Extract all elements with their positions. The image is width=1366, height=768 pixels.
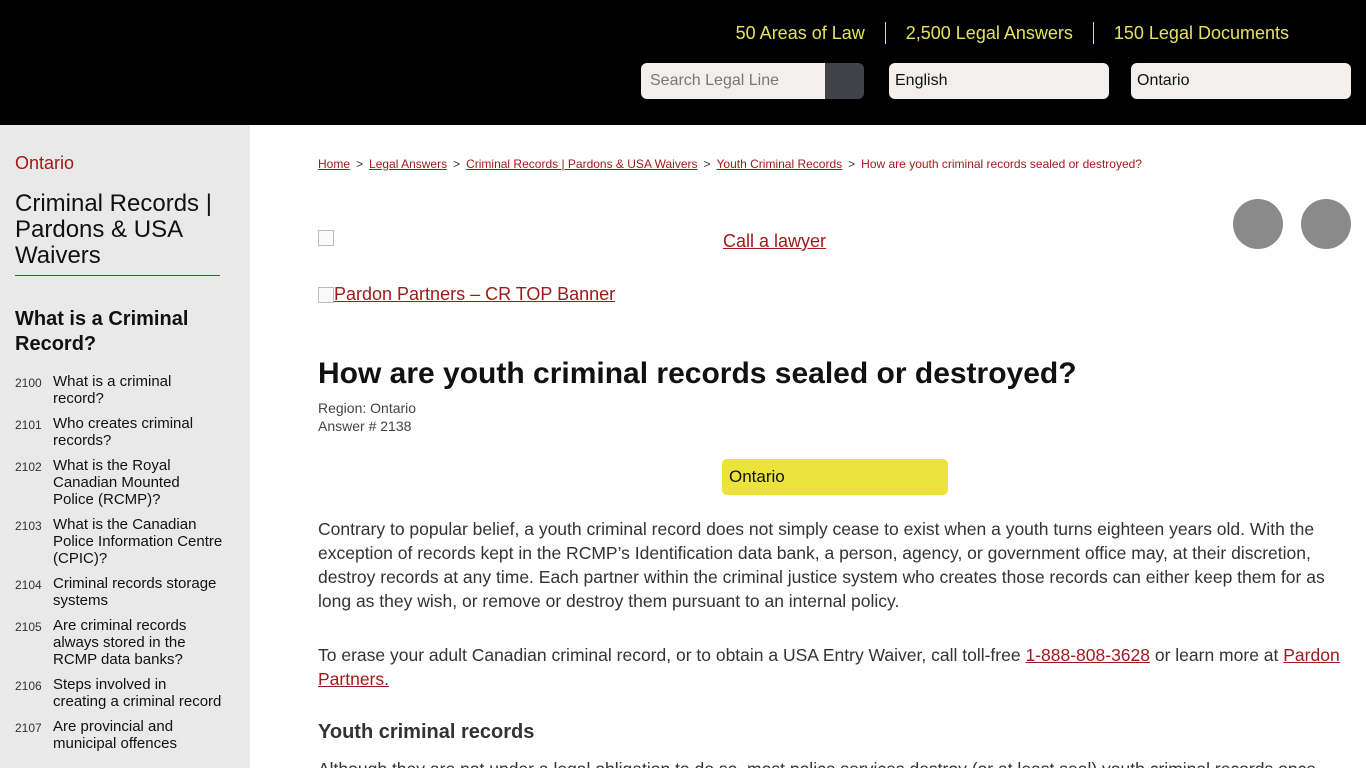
sidebar-item-label[interactable]: Are criminal records always stored in th… [53, 617, 223, 668]
broken-image-icon[interactable] [318, 230, 334, 246]
sidebar-question-list: 2100 What is a criminal record? 2101 Who… [15, 373, 235, 760]
sidebar-item[interactable]: 2105 Are criminal records always stored … [15, 617, 235, 668]
search-bar [641, 63, 864, 99]
site-header: 50 Areas of Law 2,500 Legal Answers 150 … [0, 0, 1366, 125]
sidebar-item-number: 2105 [15, 620, 42, 634]
sidebar: Ontario Criminal Records | Pardons & USA… [0, 125, 250, 768]
sidebar-item-number: 2106 [15, 679, 42, 693]
breadcrumb-legal-answers[interactable]: Legal Answers [369, 157, 447, 171]
breadcrumb-current: How are youth criminal records sealed or… [861, 157, 1142, 171]
sidebar-item[interactable]: 2102 What is the Royal Canadian Mounted … [15, 457, 235, 508]
search-button[interactable] [825, 63, 864, 99]
sidebar-item-number: 2107 [15, 721, 42, 735]
sidebar-item[interactable]: 2107 Are provincial and municipal offenc… [15, 718, 235, 752]
call-lawyer-link[interactable]: Call a lawyer [723, 231, 826, 252]
breadcrumb: Home > Legal Answers > Criminal Records | Pa… [318, 157, 1142, 171]
sidebar-item-number: 2103 [15, 519, 42, 533]
breadcrumb-category[interactable]: Criminal Records | Pardons & USA Waivers [466, 157, 697, 171]
sidebar-section-title: What is a Criminal Record? [15, 308, 189, 355]
site-stats: 50 Areas of Law 2,500 Legal Answers 150 … [716, 22, 1289, 44]
sidebar-item-label[interactable]: What is the Royal Canadian Mounted Polic… [53, 457, 223, 508]
answer-number: Answer # 2138 [318, 418, 412, 434]
sidebar-item-number: 2101 [15, 418, 42, 432]
promo-text: or learn more at [1150, 645, 1284, 665]
region-label: Region: Ontario [318, 400, 417, 416]
sidebar-item[interactable]: 2106 Steps involved in creating a crimin… [15, 676, 235, 710]
promo-text: To erase your adult Canadian criminal re… [318, 645, 1026, 665]
sidebar-region[interactable]: Ontario [15, 153, 74, 174]
sidebar-item[interactable]: 2100 What is a criminal record? [15, 373, 235, 407]
page-title: How are youth criminal records sealed or… [318, 357, 1077, 390]
breadcrumb-home[interactable]: Home [318, 157, 350, 171]
language-select[interactable]: English [889, 63, 1109, 99]
main-content: Home > Legal Answers > Criminal Records | Pa… [318, 125, 1351, 768]
banner-alt-text: Pardon Partners – CR TOP Banner [334, 284, 616, 304]
sidebar-item-number: 2104 [15, 578, 42, 592]
breadcrumb-separator: > [703, 157, 711, 171]
stat-legal-documents[interactable]: 150 Legal Documents [1092, 22, 1289, 44]
sidebar-item-label[interactable]: What is a criminal record? [53, 373, 223, 407]
stat-legal-answers[interactable]: 2,500 Legal Answers [884, 22, 1093, 44]
broken-image-icon [318, 286, 334, 303]
stat-areas-of-law[interactable]: 50 Areas of Law [716, 22, 885, 44]
sidebar-item-label[interactable]: Steps involved in creating a criminal re… [53, 676, 223, 710]
pardon-partners-banner-link[interactable]: Pardon Partners – CR TOP Banner [318, 284, 615, 305]
breadcrumb-separator: > [356, 157, 364, 171]
sidebar-item-number: 2102 [15, 460, 42, 474]
breadcrumb-separator: > [453, 157, 461, 171]
answer-paragraph: Although they are not under a legal obli… [318, 757, 1348, 768]
sidebar-item[interactable]: 2104 Criminal records storage systems [15, 575, 235, 609]
sidebar-item-label[interactable]: Criminal records storage systems [53, 575, 223, 609]
section-heading: Youth criminal records [318, 721, 535, 743]
sidebar-category-title[interactable]: Criminal Records | Pardons & USA Waivers [15, 191, 220, 276]
answer-meta: Region: Ontario Answer # 2138 [318, 399, 416, 435]
phone-link[interactable]: 1-888-808-3628 [1025, 645, 1150, 665]
sidebar-item-number: 2100 [15, 376, 42, 390]
breadcrumb-subcategory[interactable]: Youth Criminal Records [717, 157, 843, 171]
region-selector-pill[interactable]: Ontario [722, 459, 948, 495]
sidebar-item-label[interactable]: What is the Canadian Police Information … [53, 516, 223, 567]
region-select[interactable]: Ontario [1131, 63, 1351, 99]
sidebar-item-label[interactable]: Are provincial and municipal offences [53, 718, 223, 752]
sidebar-item[interactable]: 2103 What is the Canadian Police Informa… [15, 516, 235, 567]
answer-paragraph: Contrary to popular belief, a youth crim… [318, 519, 1325, 611]
promo-paragraph: To erase your adult Canadian criminal re… [318, 643, 1348, 691]
share-button[interactable] [1233, 199, 1283, 249]
search-input[interactable] [641, 63, 825, 99]
sidebar-item-label[interactable]: Who creates criminal records? [53, 415, 223, 449]
print-button[interactable] [1301, 199, 1351, 249]
sidebar-item[interactable]: 2101 Who creates criminal records? [15, 415, 235, 449]
breadcrumb-separator: > [848, 157, 856, 171]
